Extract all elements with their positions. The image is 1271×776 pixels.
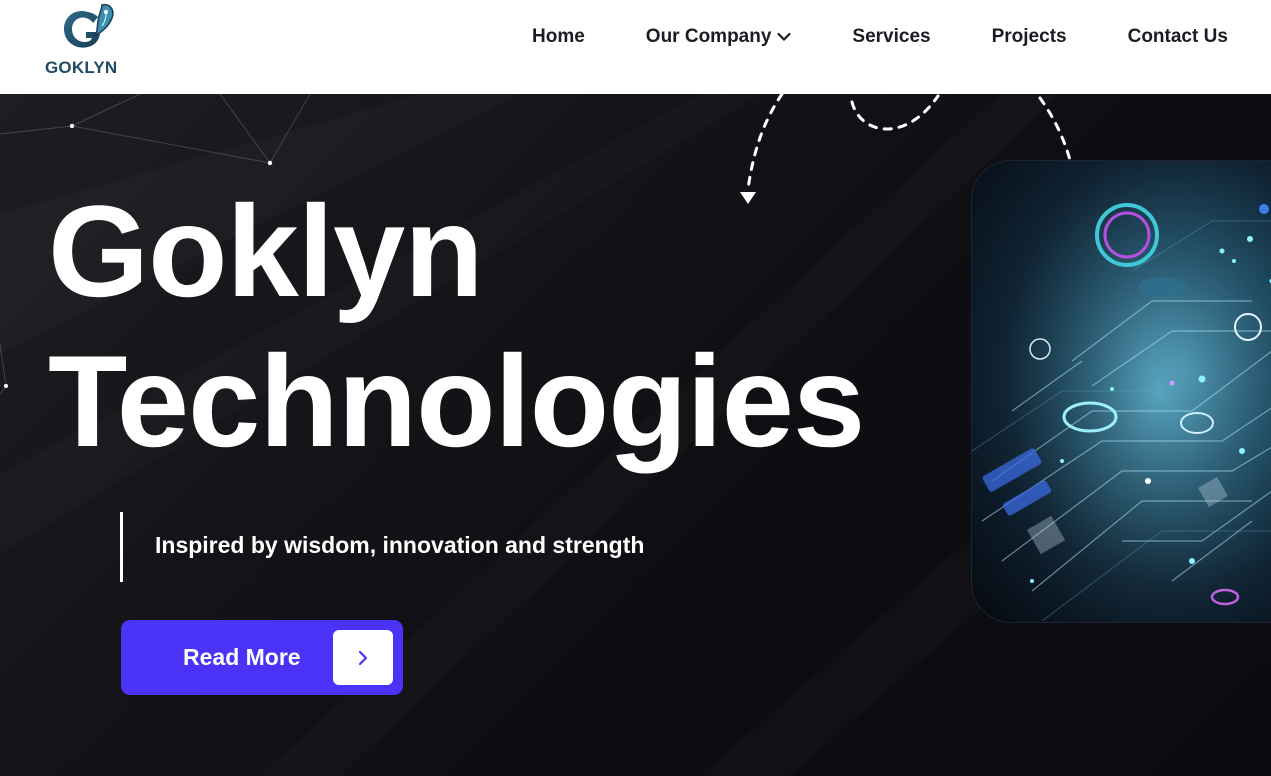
nav-our-company-label: Our Company <box>645 26 772 47</box>
hero-title: Goklyn Technologies <box>48 176 865 476</box>
nav-home-label: Home <box>532 26 585 47</box>
chevron-right-icon <box>358 650 368 665</box>
nav-services-label: Services <box>852 26 931 47</box>
chevron-down-icon <box>777 32 792 42</box>
circuit-illustration <box>972 161 1271 622</box>
hero-tagline: Inspired by wisdom, innovation and stren… <box>155 532 645 558</box>
read-more-arrow-box <box>333 630 393 685</box>
hero-circuit-image <box>971 160 1271 623</box>
hero-title-line2: Technologies <box>48 328 865 474</box>
goklyn-logo-icon <box>64 3 114 48</box>
nav-services[interactable]: Services <box>852 26 930 48</box>
brand-logo[interactable]: GOKLYN <box>44 0 124 80</box>
read-more-button[interactable]: Read More <box>121 620 403 695</box>
nav-home[interactable]: Home <box>532 26 585 48</box>
brand-wordmark: GOKLYN <box>45 58 118 77</box>
read-more-label: Read More <box>183 644 301 670</box>
nav-projects-label: Projects <box>991 26 1067 47</box>
nav-contact-us[interactable]: Contact Us <box>1128 26 1228 48</box>
site-header: GOKLYN Home Our Company Services Project… <box>0 0 1271 94</box>
nav-contact-us-label: Contact Us <box>1127 26 1228 47</box>
nav-projects[interactable]: Projects <box>992 26 1067 48</box>
hero-title-line1: Goklyn <box>48 178 484 324</box>
hero-section: Goklyn Technologies Inspired by wisdom, … <box>0 94 1271 776</box>
nav-our-company[interactable]: Our Company <box>646 26 792 48</box>
tagline-divider <box>120 512 123 582</box>
main-nav: Home Our Company Services Projects Conta… <box>532 24 1228 50</box>
